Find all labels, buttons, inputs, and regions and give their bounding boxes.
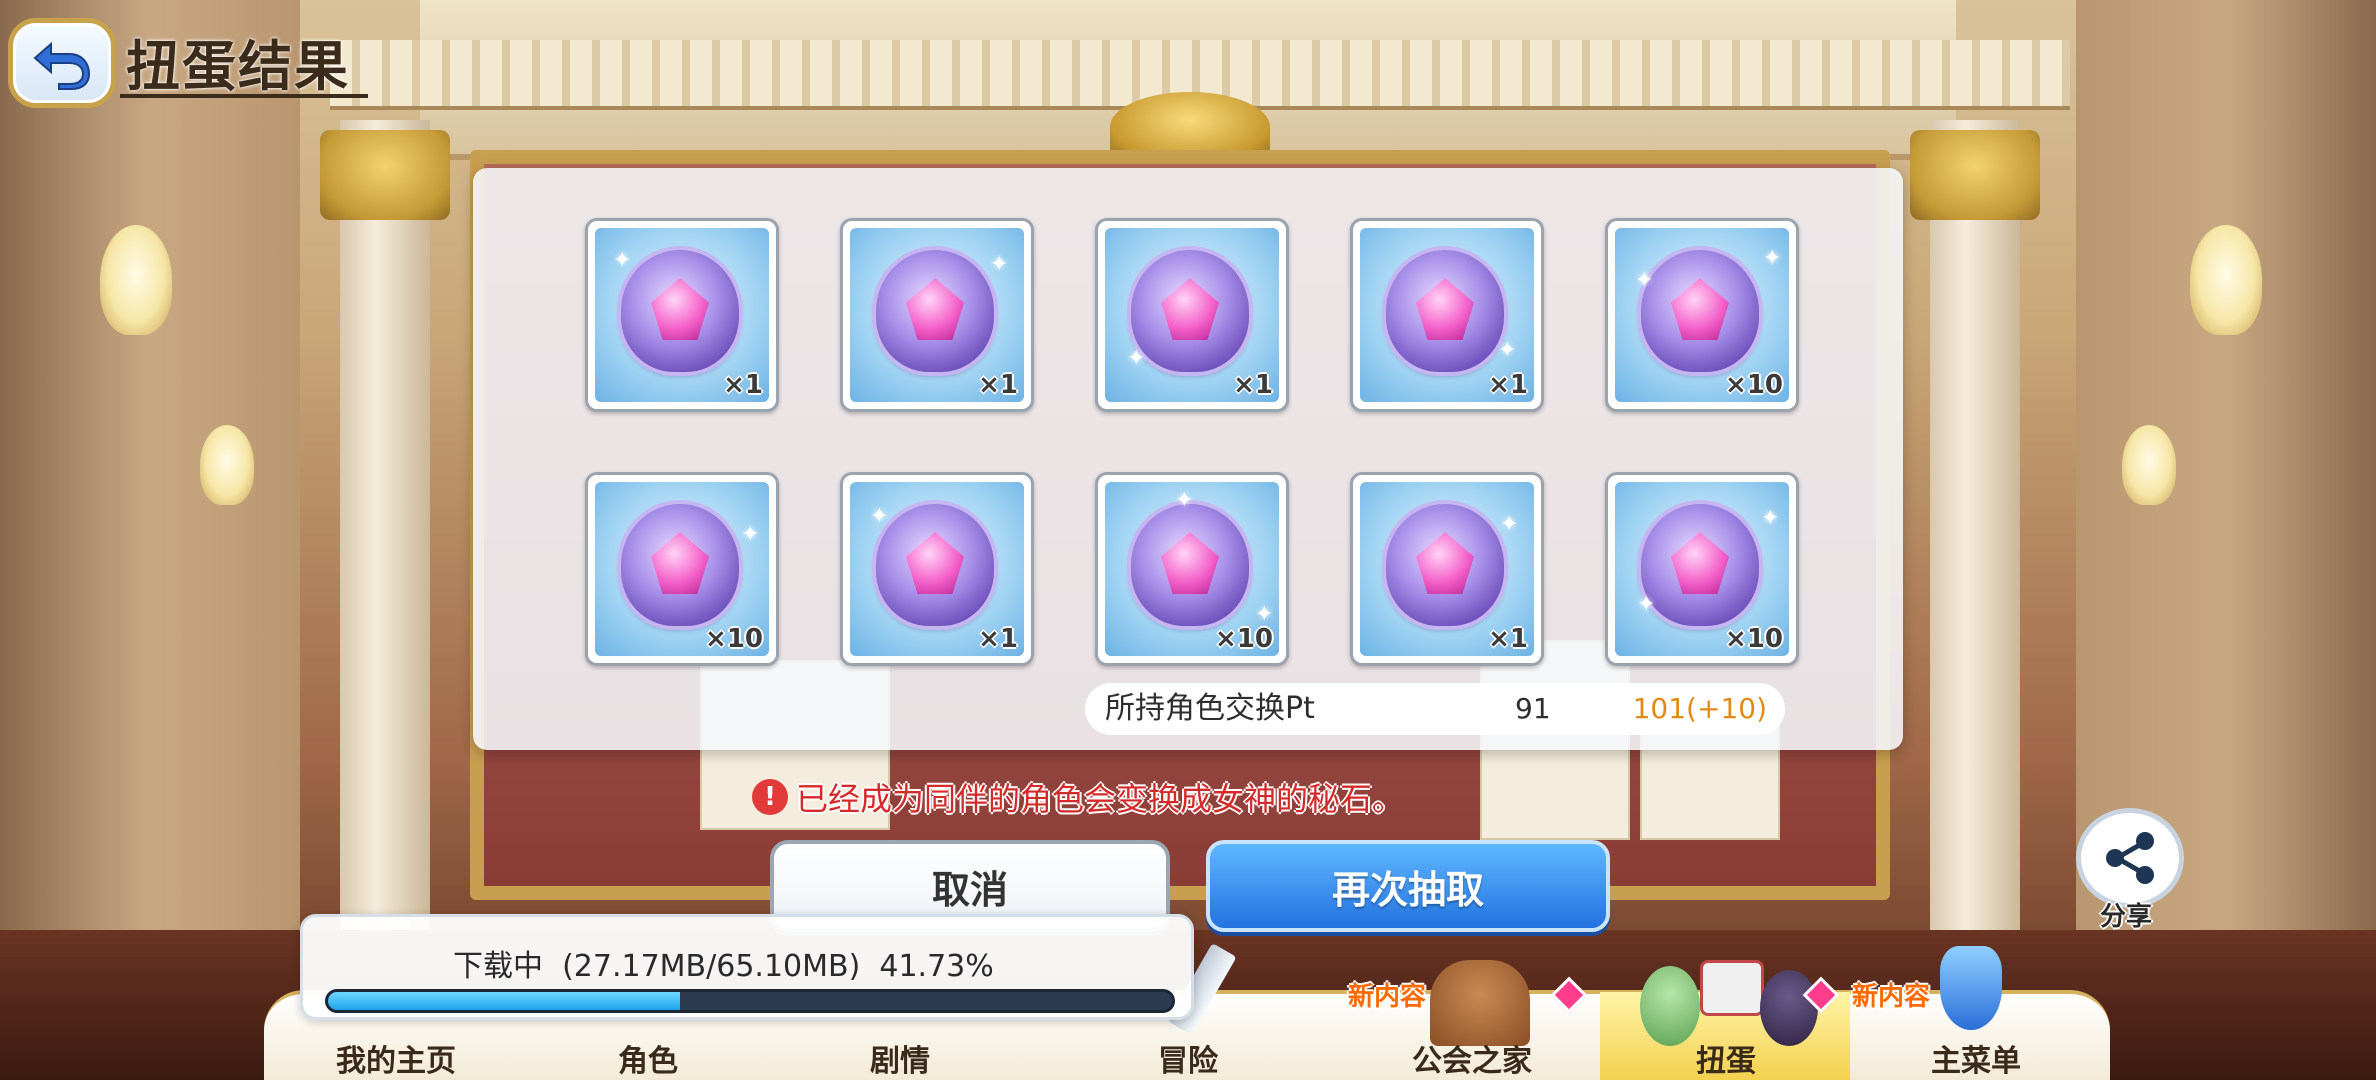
goddess-stone-icon <box>1386 504 1504 626</box>
wall-lamp-icon <box>100 225 172 335</box>
wall-lamp-icon <box>2190 225 2262 335</box>
download-progress-bar <box>325 989 1175 1013</box>
exchange-pt-after: 101(+10) <box>1632 692 1767 725</box>
goddess-stone-icon <box>621 250 739 372</box>
left-wall <box>0 0 300 1080</box>
page-title: 扭蛋结果 <box>126 35 350 98</box>
result-item[interactable]: ✦ ×1 <box>840 218 1034 412</box>
exchange-pt-row: 所持角色交换Pt 91 101(+10) <box>1085 683 1785 735</box>
item-quantity: ×1 <box>978 624 1018 654</box>
item-quantity: ×1 <box>723 370 763 400</box>
goddess-stone-icon <box>1131 250 1249 372</box>
nav-item-character[interactable]: 角色 <box>548 1036 748 1080</box>
download-status-text: 下载中 (27.17MB/65.10MB) 41.73% <box>453 949 994 984</box>
character-icon <box>1760 970 1818 1046</box>
gacha-book-icon <box>1700 960 1764 1016</box>
draw-again-button[interactable]: 再次抽取 <box>1206 840 1610 932</box>
wall-lamp-icon <box>2122 425 2176 505</box>
item-quantity: ×1 <box>1488 370 1528 400</box>
goddess-stone-icon <box>1641 504 1759 626</box>
result-item[interactable]: ✦ ×10 <box>585 472 779 666</box>
nav-item-main-menu[interactable]: 主菜单 <box>1876 1036 2076 1080</box>
gacha-result-panel: ✦ ×1 ✦ ×1 ✦ ×1 ✦ ×1 ✦ ✦ ×10 ✦ ×10 ✦ ×1 ✦ ✦ ×10 ✦ ×1… <box>473 168 1903 750</box>
nav-item-guild-house[interactable]: 公会之家 <box>1372 1036 1572 1080</box>
result-item[interactable]: ✦ ×1 <box>840 472 1034 666</box>
exchange-pt-current: 91 <box>1515 692 1551 725</box>
goddess-stone-icon <box>876 504 994 626</box>
item-quantity: ×1 <box>1488 624 1528 654</box>
item-quantity: ×10 <box>705 624 763 654</box>
result-item[interactable]: ✦ ×1 <box>1350 472 1544 666</box>
goddess-stone-icon <box>1641 250 1759 372</box>
title-underline <box>120 94 368 98</box>
pillar-right <box>1930 120 2020 1020</box>
exclamation-icon: ! <box>752 779 788 815</box>
share-label: 分享 <box>2100 902 2153 932</box>
goddess-stone-icon <box>1386 250 1504 372</box>
item-quantity: ×1 <box>1233 370 1273 400</box>
item-quantity: ×10 <box>1725 370 1783 400</box>
share-icon <box>2106 832 2154 884</box>
nav-item-story[interactable]: 剧情 <box>800 1036 1000 1080</box>
new-content-tag: 新内容 <box>1852 982 1931 1012</box>
result-grid: ✦ ×1 ✦ ×1 ✦ ×1 ✦ ×1 ✦ ✦ ×10 ✦ ×10 ✦ ×1 ✦ ✦ ×10 ✦ ×1… <box>585 218 1799 666</box>
warning-text: 已经成为同伴的角色会变换成女神的秘石。 <box>796 780 1405 818</box>
result-item[interactable]: ✦ ×1 <box>585 218 779 412</box>
new-content-tag: 新内容 <box>1348 982 1427 1012</box>
result-item[interactable]: ✦ ×1 <box>1095 218 1289 412</box>
nav-item-gacha[interactable]: 扭蛋 <box>1626 1036 1826 1080</box>
back-button[interactable] <box>8 18 116 108</box>
conversion-warning: ! 已经成为同伴的角色会变换成女神的秘石。 <box>752 774 1404 820</box>
wall-lamp-icon <box>200 425 254 505</box>
item-quantity: ×10 <box>1725 624 1783 654</box>
share-button[interactable] <box>2076 808 2184 908</box>
result-item[interactable]: ✦ ✦ ×10 <box>1095 472 1289 666</box>
goddess-stone-icon <box>876 250 994 372</box>
exchange-pt-label: 所持角色交换Pt <box>1105 691 1315 726</box>
nav-item-adventure[interactable]: 冒险 <box>1088 1036 1288 1080</box>
guild-house-door-icon <box>1430 960 1530 1046</box>
blue-crystal-icon <box>1940 946 2002 1030</box>
result-item[interactable]: ✦ ×1 <box>1350 218 1544 412</box>
result-item[interactable]: ✦ ✦ ×10 <box>1605 472 1799 666</box>
pillar-left <box>340 120 430 1020</box>
capital-right <box>1910 130 2040 220</box>
item-quantity: ×1 <box>978 370 1018 400</box>
result-item[interactable]: ✦ ✦ ×10 <box>1605 218 1799 412</box>
download-progress-panel: 下载中 (27.17MB/65.10MB) 41.73% <box>300 914 1194 1020</box>
goddess-stone-icon <box>621 504 739 626</box>
capital-left <box>320 130 450 220</box>
download-progress-fill <box>328 992 681 1010</box>
nav-item-home[interactable]: 我的主页 <box>296 1036 496 1080</box>
back-arrow-icon <box>33 41 91 90</box>
character-icon <box>1640 966 1700 1046</box>
item-quantity: ×10 <box>1215 624 1273 654</box>
goddess-stone-icon <box>1131 504 1249 626</box>
